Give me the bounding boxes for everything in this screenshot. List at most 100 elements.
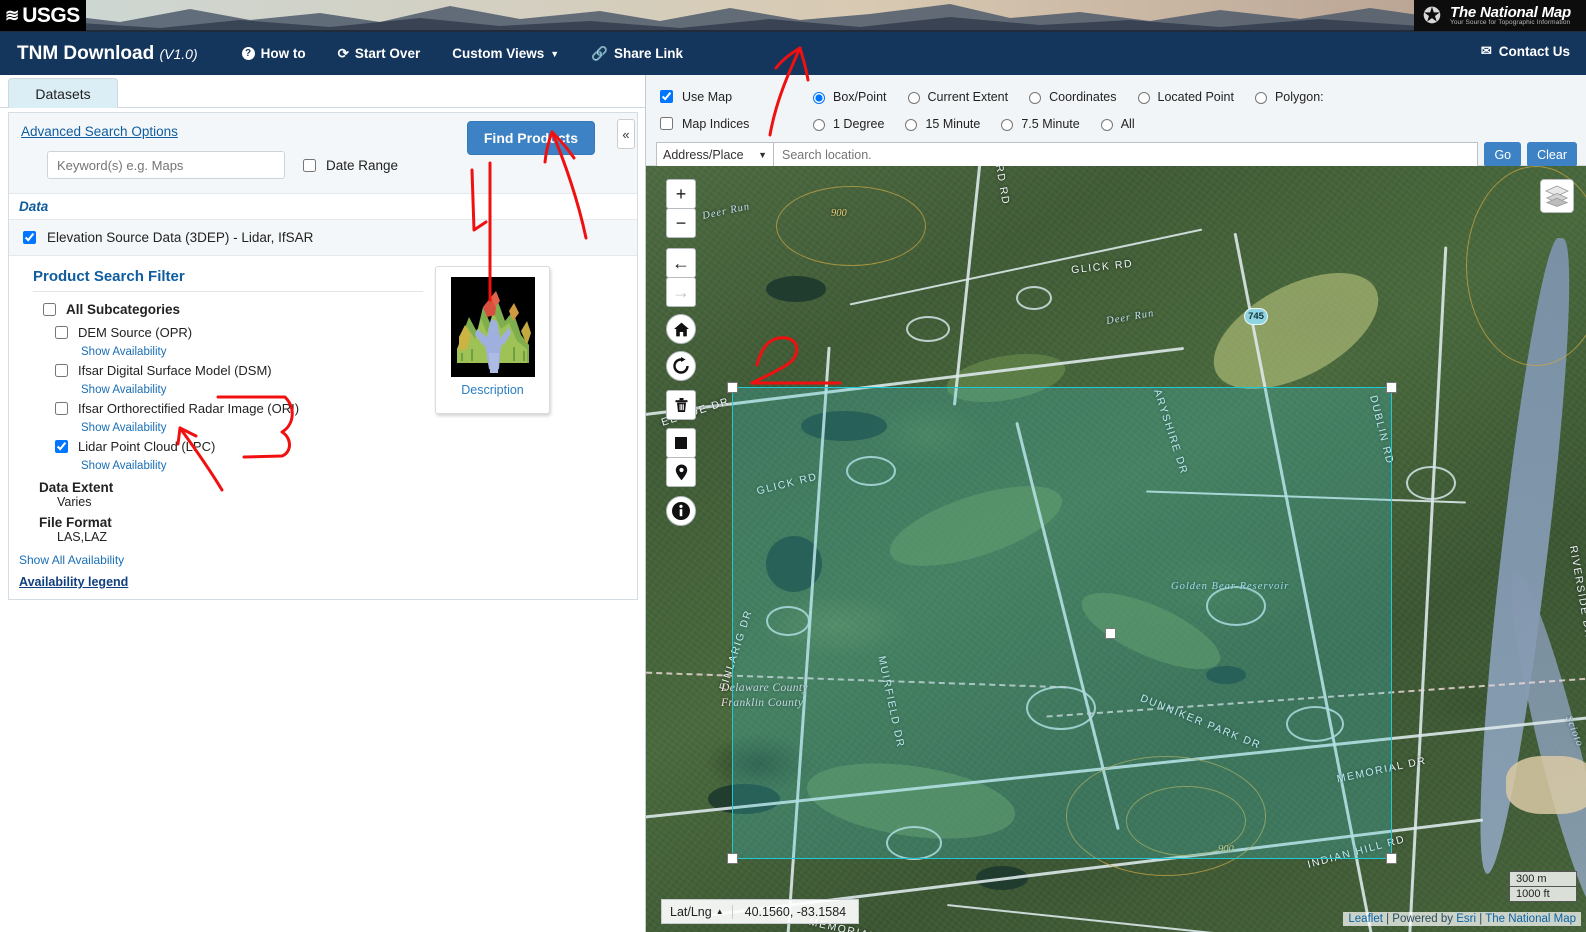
date-range-toggle[interactable]: Date Range <box>299 156 398 175</box>
subcategory-ifsar-ori-checkbox[interactable] <box>55 402 68 415</box>
info-icon <box>672 502 690 520</box>
subcategory-lidar-point-cloud-row[interactable]: Lidar Point Cloud (LPC) <box>51 437 637 456</box>
bbox-handle-nw[interactable] <box>727 382 738 393</box>
identify-group <box>666 496 696 526</box>
zoom-in-button[interactable]: + <box>666 179 696 209</box>
indices-radio-all[interactable] <box>1100 119 1113 131</box>
find-products-button[interactable]: Find Products <box>466 121 595 155</box>
extent-option-box-point-label: Box/Point <box>833 89 887 104</box>
scale-imperial: 1000 ft <box>1509 887 1577 902</box>
show-availability-link[interactable]: Show Availability <box>81 346 166 358</box>
indices-radio-1-degree[interactable] <box>813 119 825 131</box>
tab-datasets[interactable]: Datasets <box>8 78 118 108</box>
indices-option-all[interactable]: All <box>1096 116 1135 131</box>
lidar-point-cloud-thumbnail <box>450 277 535 377</box>
geocode-type-value: Address/Place <box>663 147 744 162</box>
nav-how-to-label: How to <box>260 46 306 61</box>
extent-radio-current-extent[interactable] <box>907 92 920 104</box>
extent-options-row: Use Map Box/Point Current Extent Coordin… <box>656 83 1577 110</box>
nav-start-over-label: Start Over <box>354 46 421 61</box>
extent-radio-coordinates[interactable] <box>1029 92 1042 104</box>
bbox-handle-center[interactable] <box>1105 628 1116 639</box>
identify-info-button[interactable] <box>666 496 696 526</box>
usgs-logo[interactable]: ≋ USGS <box>0 0 86 31</box>
geocode-clear-button[interactable]: Clear <box>1527 142 1577 167</box>
availability-legend-link[interactable]: Availability legend <box>19 575 637 589</box>
extent-option-current-extent[interactable]: Current Extent <box>903 89 1008 104</box>
map-indices-toggle[interactable]: Map Indices <box>656 114 808 133</box>
show-availability-link[interactable]: Show Availability <box>81 460 166 472</box>
map-indices-checkbox[interactable] <box>660 117 673 130</box>
usgs-banner: ≋ USGS ✪ The National Map Your Source fo… <box>0 0 1586 32</box>
tab-datasets-label: Datasets <box>35 85 91 102</box>
subcategory-ifsar-dsm-checkbox[interactable] <box>55 364 68 377</box>
dataset-checkbox[interactable] <box>23 231 36 244</box>
show-all-availability-link[interactable]: Show All Availability <box>19 553 637 567</box>
home-icon <box>673 322 689 336</box>
leaflet-link[interactable]: Leaflet <box>1348 913 1383 925</box>
bounding-box-selection[interactable] <box>727 382 1397 864</box>
refresh-group <box>666 351 696 381</box>
advanced-search-options-link[interactable]: Advanced Search Options <box>21 124 178 139</box>
draw-box-button[interactable] <box>666 428 696 458</box>
keyword-input[interactable] <box>47 151 285 179</box>
nav-share-link[interactable]: 🔗 Share Link <box>575 40 699 68</box>
national-map-logo-title: The National Map <box>1450 3 1571 21</box>
leaflet-map[interactable]: 745 Deer Run Deer Run ORD RD GLICK RD GLICK … <box>646 166 1586 932</box>
show-availability-link[interactable]: Show Availability <box>81 384 166 396</box>
dataset-elevation-source-data[interactable]: Elevation Source Data (3DEP) - Lidar, If… <box>9 220 637 256</box>
extent-option-polygon[interactable]: Polygon: <box>1250 89 1324 104</box>
product-search-filter-title: Product Search Filter <box>33 268 423 292</box>
caret-down-icon: ▼ <box>550 48 560 59</box>
all-subcategories-checkbox[interactable] <box>43 303 56 316</box>
bbox-handle-ne[interactable] <box>1386 382 1397 393</box>
geocode-go-button[interactable]: Go <box>1484 142 1522 167</box>
nav-how-to[interactable]: ? How to <box>226 40 322 67</box>
indices-option-15-minute[interactable]: 15 Minute <box>900 116 980 131</box>
bbox-handle-se[interactable] <box>1386 853 1397 864</box>
bbox-handle-sw[interactable] <box>727 853 738 864</box>
national-map-logo[interactable]: ✪ The National Map Your Source for Topog… <box>1414 0 1586 31</box>
subcategory-dem-source-checkbox[interactable] <box>55 326 68 339</box>
national-map-link[interactable]: The National Map <box>1485 913 1576 925</box>
use-map-checkbox[interactable] <box>660 90 673 103</box>
subcategory-lidar-point-cloud-checkbox[interactable] <box>55 440 68 453</box>
indices-option-1-degree[interactable]: 1 Degree <box>808 116 884 131</box>
indices-option-7-5-minute[interactable]: 7.5 Minute <box>996 116 1080 131</box>
indices-radio-7-5-minute[interactable] <box>1001 119 1014 131</box>
extent-radio-located-point[interactable] <box>1137 92 1150 104</box>
extent-option-located-point[interactable]: Located Point <box>1133 89 1234 104</box>
trash-icon <box>675 398 687 412</box>
contact-us-link[interactable]: ✉ Contact Us <box>1481 43 1570 59</box>
drop-point-button[interactable] <box>666 457 696 487</box>
search-section: Advanced Search Options Date Range Find … <box>9 113 637 194</box>
clear-selection-button[interactable] <box>666 390 696 420</box>
nav-start-over[interactable]: ⟳ Start Over <box>322 40 437 68</box>
date-range-checkbox[interactable] <box>303 158 316 172</box>
collapse-panel-button[interactable]: « <box>617 119 635 149</box>
refresh-icon: ⟳ <box>337 45 349 61</box>
geocode-search-row: Address/Place ▼ Go Clear <box>656 142 1577 167</box>
show-availability-link[interactable]: Show Availability <box>81 422 166 434</box>
usgs-wave-icon: ≋ <box>5 6 20 25</box>
nav-custom-views[interactable]: Custom Views ▼ <box>436 40 575 67</box>
extent-radio-box-point[interactable] <box>813 92 825 104</box>
description-link[interactable]: Description <box>461 383 524 397</box>
use-map-toggle[interactable]: Use Map <box>656 87 808 106</box>
latlng-label-toggle[interactable]: Lat/Lng ▲ <box>662 904 733 919</box>
home-extent-button[interactable] <box>666 314 696 344</box>
refresh-map-button[interactable] <box>666 351 696 381</box>
latlng-readout[interactable]: Lat/Lng ▲ 40.1560, -83.1584 <box>661 899 860 924</box>
next-extent-button[interactable]: → <box>666 277 696 307</box>
esri-link[interactable]: Esri <box>1456 913 1476 925</box>
previous-extent-button[interactable]: ← <box>666 248 696 278</box>
zoom-out-button[interactable]: − <box>666 208 696 238</box>
layers-control-button[interactable] <box>1540 179 1574 213</box>
location-search-input[interactable] <box>774 142 1479 167</box>
geocode-type-select[interactable]: Address/Place ▼ <box>656 142 774 167</box>
indices-radio-15-minute[interactable] <box>905 119 918 131</box>
scale-bar: 300 m 1000 ft <box>1509 871 1577 902</box>
extent-option-box-point[interactable]: Box/Point <box>808 89 887 104</box>
extent-option-coordinates[interactable]: Coordinates <box>1024 89 1117 104</box>
extent-radio-polygon[interactable] <box>1254 92 1267 104</box>
